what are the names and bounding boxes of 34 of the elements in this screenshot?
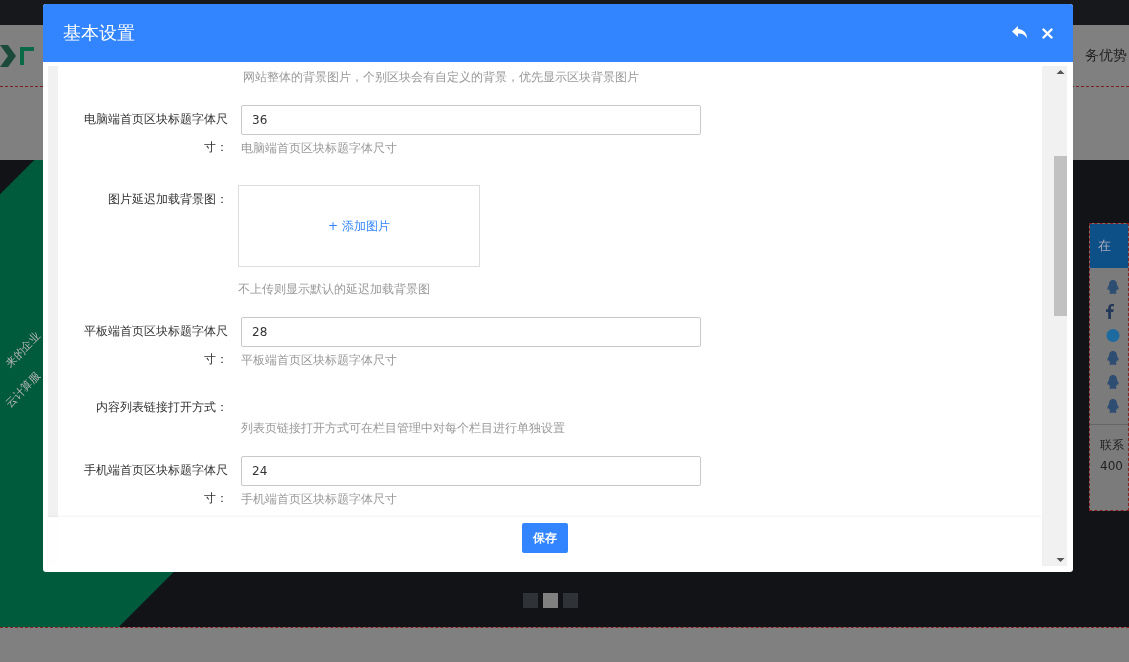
field-hint: 网站整体的背景图片，个别区块会有自定义的背景，优先显示区块背景图片 (243, 69, 640, 86)
field-hint: 不上传则显示默认的延迟加载背景图 (238, 281, 431, 298)
size-input[interactable]: 24 (241, 456, 701, 486)
banner-text: 云计算服 (2, 368, 44, 411)
save-button[interactable]: 保存 (522, 523, 568, 553)
facebook-icon (1106, 304, 1114, 319)
close-button[interactable] (1042, 27, 1053, 39)
add-image-button[interactable]: + 添加图片 (238, 185, 480, 267)
chat-title: 在 (1098, 237, 1111, 255)
field-hint: 电脑端首页区块标题字体尺寸 (241, 140, 398, 157)
logo-icon (0, 42, 34, 69)
penguin-icon (1106, 375, 1120, 390)
field-label: 内容列表链接打开方式： (95, 399, 228, 416)
scrollbar[interactable] (1042, 66, 1067, 566)
size-input[interactable]: 36 (241, 105, 701, 135)
field-label: 平板端首页区块标题字体尺寸： (83, 323, 228, 368)
field-hint: 列表页链接打开方式可在栏目管理中对每个栏目进行单独设置 (241, 420, 565, 437)
back-button[interactable] (1012, 25, 1028, 41)
field-hint: 平板端首页区块标题字体尺寸 (241, 352, 398, 369)
size-input[interactable]: 28 (241, 317, 701, 347)
nav-link[interactable]: 务优势 (1085, 46, 1127, 65)
contact-number: 400 (1099, 458, 1124, 475)
field-label: 图片延迟加载背景图： (107, 191, 228, 208)
field-hint: 手机端首页区块标题字体尺寸 (241, 491, 398, 508)
contact-label: 联系 (1099, 437, 1125, 454)
field-label: 手机端首页区块标题字体尺寸： (83, 462, 228, 507)
penguin-icon (1106, 351, 1120, 366)
banner-text: 来的企业 (2, 328, 44, 371)
scrollbar-thumb[interactable] (1054, 156, 1067, 316)
dialog-title: 基本设置 (63, 21, 135, 45)
field-label: 电脑端首页区块标题字体尺寸： (83, 111, 228, 156)
penguin-icon (1106, 280, 1120, 295)
penguin-icon (1106, 399, 1120, 414)
chat-bubble-icon (1106, 328, 1120, 342)
